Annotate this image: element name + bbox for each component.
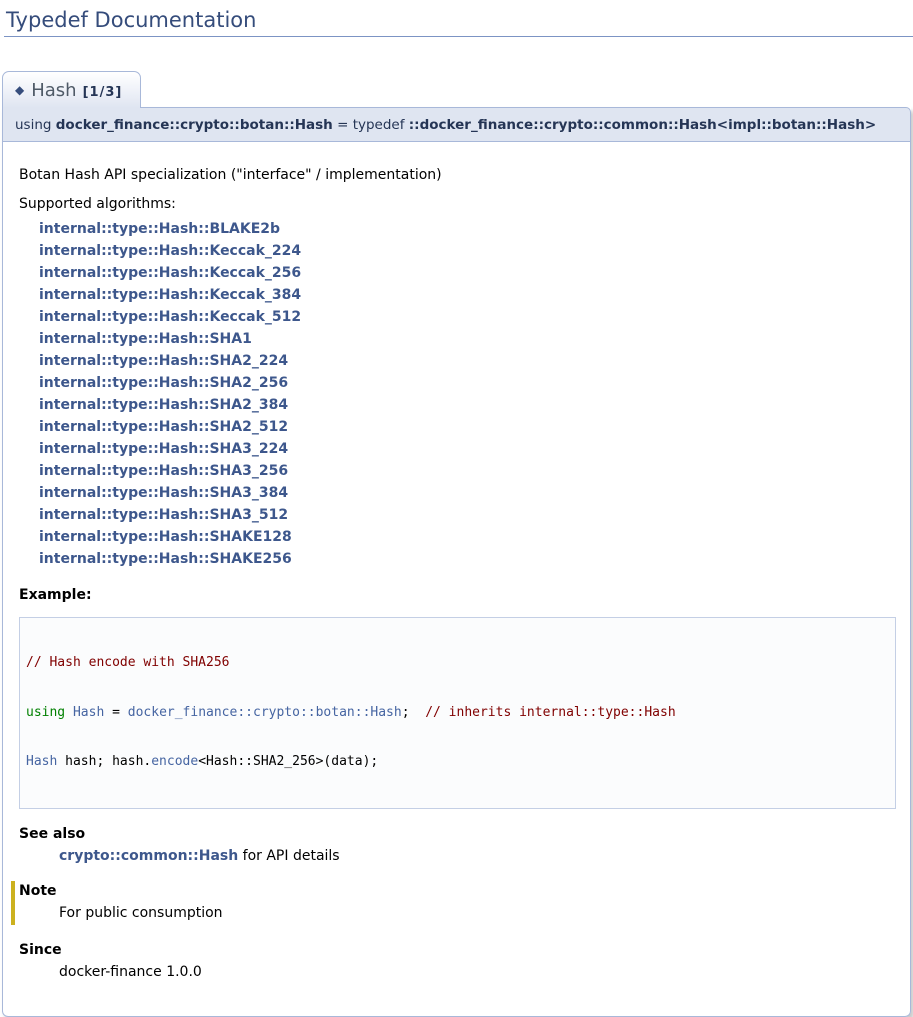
algorithm-link[interactable]: internal::type::Hash::SHA2_512 [39, 416, 898, 438]
algorithm-link[interactable]: internal::type::Hash::Keccak_256 [39, 262, 898, 284]
proto-target-type: ::docker_finance::crypto::common::Hash<i… [409, 117, 876, 133]
note-label: Note [19, 883, 898, 899]
note-text: For public consumption [59, 905, 898, 921]
since-section: Since docker-finance 1.0.0 [19, 942, 898, 980]
algorithm-link[interactable]: internal::type::Hash::SHA1 [39, 328, 898, 350]
see-also-section: See also crypto::common::Hash for API de… [19, 826, 898, 864]
code-block: // Hash encode with SHA256 using Hash = … [19, 617, 896, 809]
algorithm-link[interactable]: internal::type::Hash::SHAKE128 [39, 526, 898, 548]
member-tab: ◆ Hash [1/3] [2, 71, 141, 108]
anchor-diamond-icon[interactable]: ◆ [15, 83, 24, 97]
algorithm-link[interactable]: internal::type::Hash::SHAKE256 [39, 548, 898, 570]
since-text: docker-finance 1.0.0 [59, 964, 898, 980]
algorithm-link[interactable]: internal::type::Hash::SHA3_384 [39, 482, 898, 504]
example-section: Example: [19, 587, 898, 603]
member-documentation: Botan Hash API specialization ("interfac… [2, 142, 911, 1017]
member-prototype: using docker_finance::crypto::botan::Has… [2, 107, 911, 142]
code-link-hash[interactable]: Hash [73, 705, 104, 720]
algorithm-list: internal::type::Hash::BLAKE2b internal::… [39, 218, 898, 570]
supported-algorithms-label: Supported algorithms: [19, 196, 898, 212]
algorithm-link[interactable]: internal::type::Hash::SHA3_256 [39, 460, 898, 482]
member-name: Hash [31, 80, 76, 101]
code-keyword: using [26, 705, 65, 720]
code-text: hash; hash. [57, 754, 151, 769]
algorithm-link[interactable]: internal::type::Hash::SHA2_384 [39, 394, 898, 416]
code-link-encode[interactable]: encode [151, 754, 198, 769]
algorithm-link[interactable]: internal::type::Hash::SHA3_512 [39, 504, 898, 526]
algorithm-link[interactable]: internal::type::Hash::Keccak_384 [39, 284, 898, 306]
code-text: <Hash::SHA2_256>(data); [198, 754, 378, 769]
see-also-label: See also [19, 826, 898, 842]
code-comment: // inherits internal::type::Hash [425, 705, 675, 720]
code-line: Hash hash; hash.encode<Hash::SHA2_256>(d… [26, 754, 889, 771]
algorithm-link[interactable]: internal::type::Hash::SHA3_224 [39, 438, 898, 460]
code-line: // Hash encode with SHA256 [26, 655, 889, 672]
code-line: using Hash = docker_finance::crypto::bot… [26, 705, 889, 722]
member-item: using docker_finance::crypto::botan::Has… [2, 107, 911, 1017]
code-link-botan-hash[interactable]: docker_finance::crypto::botan::Hash [128, 705, 402, 720]
code-link-hash[interactable]: Hash [26, 754, 57, 769]
algorithm-link[interactable]: internal::type::Hash::SHA2_224 [39, 350, 898, 372]
code-text: = [104, 705, 127, 720]
code-text: ; [402, 705, 425, 720]
note-section: Note For public consumption [11, 881, 898, 925]
since-label: Since [19, 942, 898, 958]
proto-equals-typedef: = typedef [333, 117, 409, 133]
page-title: Typedef Documentation [4, 6, 913, 37]
proto-using-keyword: using [15, 117, 56, 133]
member-overload-index: [1/3] [83, 85, 123, 100]
code-text [65, 705, 73, 720]
algorithm-link[interactable]: internal::type::Hash::Keccak_512 [39, 306, 898, 328]
algorithm-link[interactable]: internal::type::Hash::Keccak_224 [39, 240, 898, 262]
algorithm-link[interactable]: internal::type::Hash::SHA2_256 [39, 372, 898, 394]
see-also-text: for API details [238, 848, 339, 864]
member-description: Botan Hash API specialization ("interfac… [19, 167, 898, 183]
see-also-link[interactable]: crypto::common::Hash [59, 848, 238, 864]
code-comment: // Hash encode with SHA256 [26, 655, 230, 670]
algorithm-link[interactable]: internal::type::Hash::BLAKE2b [39, 218, 898, 240]
proto-typedef-name: docker_finance::crypto::botan::Hash [56, 117, 333, 133]
see-also-content: crypto::common::Hash for API details [59, 848, 898, 864]
example-label: Example: [19, 587, 898, 603]
